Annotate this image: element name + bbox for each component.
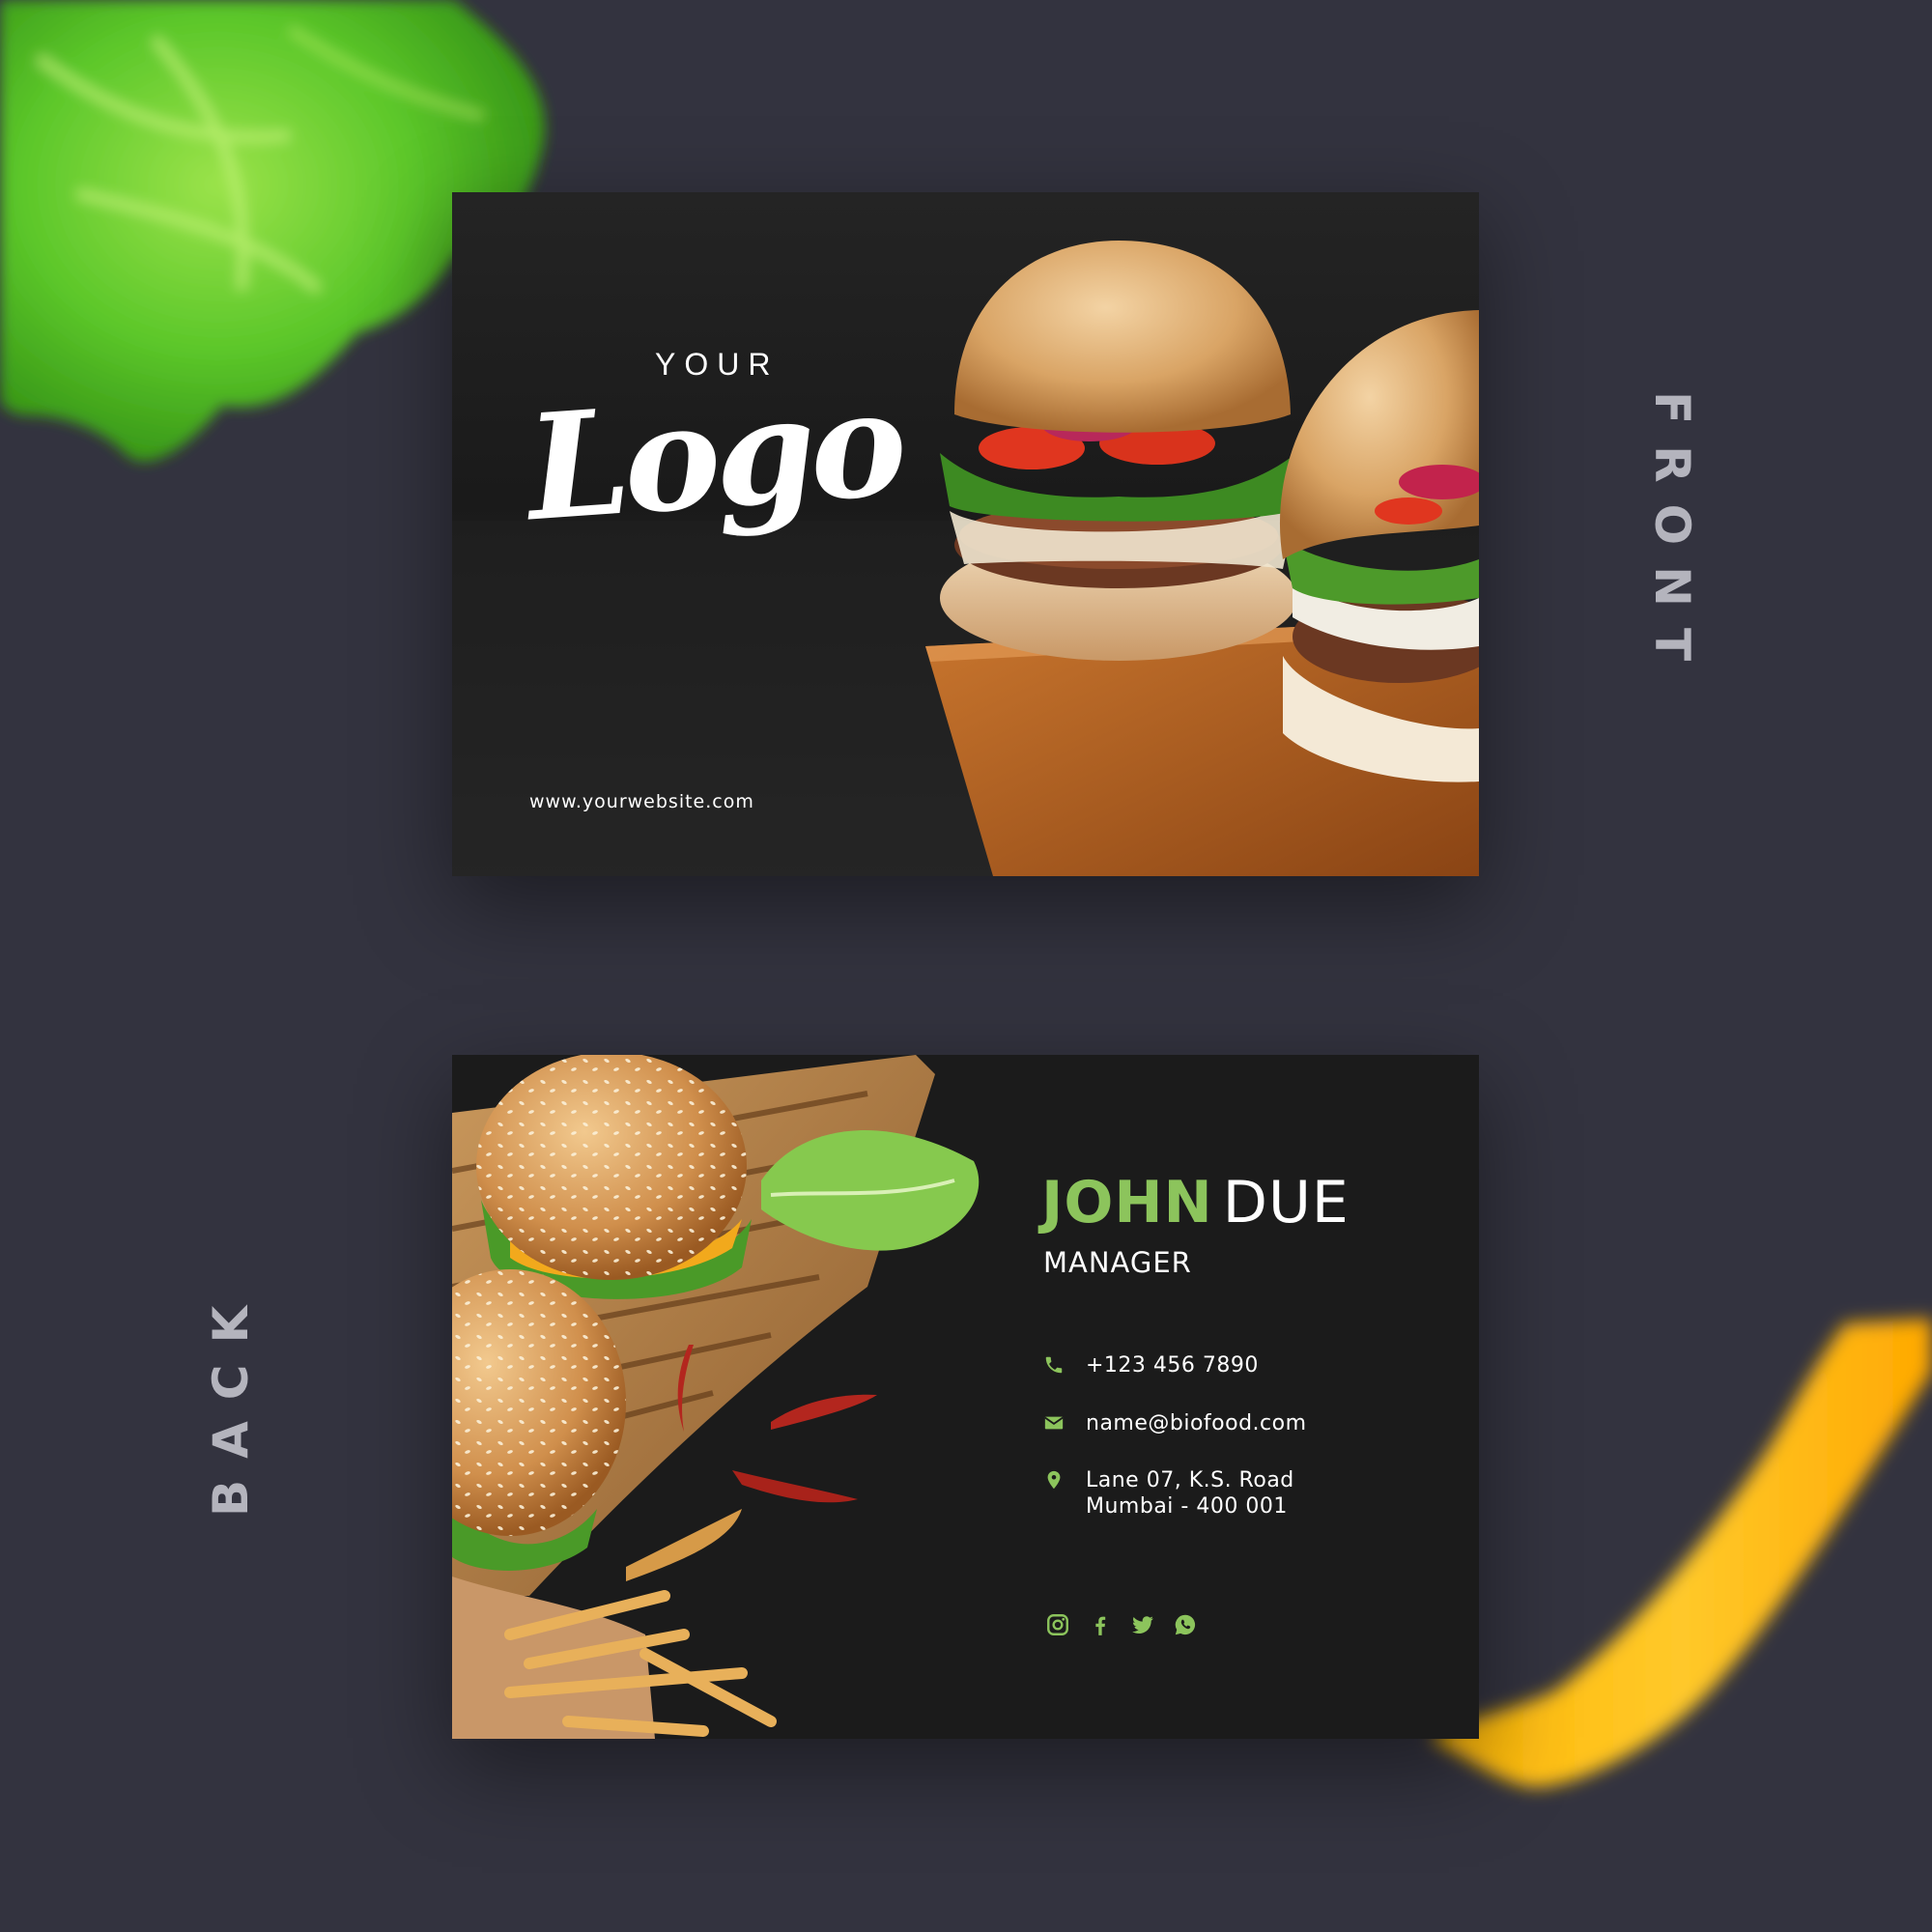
mail-icon xyxy=(1044,1416,1064,1430)
burgers-fries-photo xyxy=(452,1055,1479,1739)
address-line-2: Mumbai - 400 001 xyxy=(1086,1494,1288,1519)
instagram-icon[interactable] xyxy=(1045,1612,1070,1637)
back-side-label: BACK xyxy=(203,1284,259,1517)
phone-icon xyxy=(1045,1356,1063,1374)
whatsapp-icon[interactable] xyxy=(1173,1612,1198,1637)
address-line-1: Lane 07, K.S. Road xyxy=(1086,1468,1294,1492)
website-url: www.yourwebsite.com xyxy=(529,791,754,812)
french-fry-decoration xyxy=(1430,1319,1932,1787)
last-name: DUE xyxy=(1222,1169,1350,1236)
twitter-icon[interactable] xyxy=(1130,1612,1155,1637)
social-links xyxy=(1045,1612,1198,1637)
phone-number: +123 456 7890 xyxy=(1086,1353,1259,1378)
business-card-front: YOUR Logo www.yourwebsite.com xyxy=(452,192,1479,876)
location-pin-icon xyxy=(1047,1470,1061,1490)
front-side-label: FRONT xyxy=(1644,391,1700,683)
email-address: name@biofood.com xyxy=(1086,1411,1307,1435)
business-card-back: JOHN DUE MANAGER +123 456 7890 name@biofo… xyxy=(452,1055,1479,1739)
logo-script-text: Logo xyxy=(522,357,907,554)
address-contact: Lane 07, K.S. Road Mumbai - 400 001 xyxy=(1043,1467,1294,1520)
facebook-icon[interactable] xyxy=(1088,1612,1113,1637)
phone-contact: +123 456 7890 xyxy=(1043,1352,1259,1378)
email-contact: name@biofood.com xyxy=(1043,1410,1307,1436)
first-name: JOHN xyxy=(1041,1169,1213,1236)
person-name: JOHN DUE xyxy=(1041,1169,1350,1236)
job-title: MANAGER xyxy=(1043,1246,1192,1279)
